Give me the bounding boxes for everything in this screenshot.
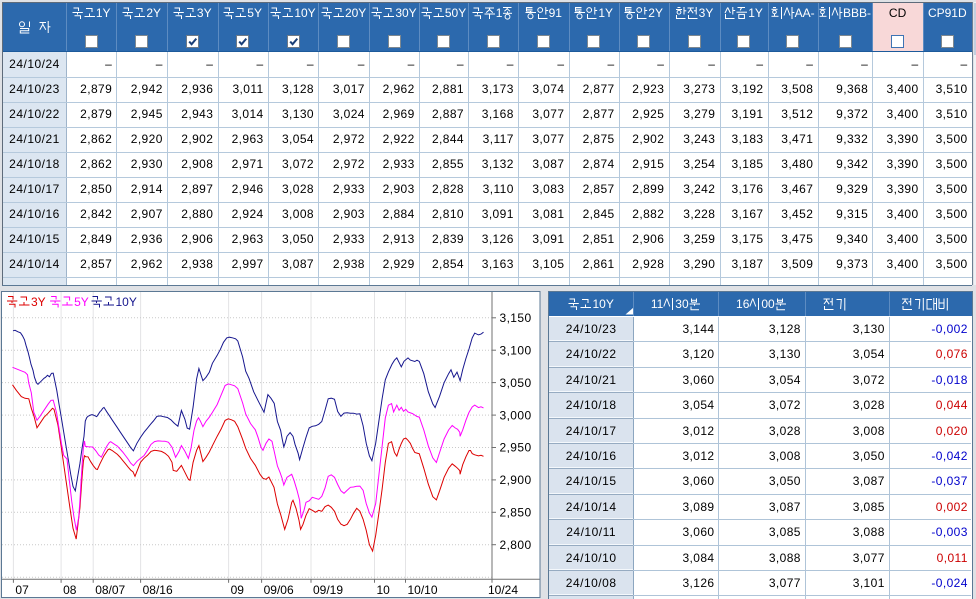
svg-text:3,050: 3,050 xyxy=(500,375,532,389)
svg-text:2,850: 2,850 xyxy=(500,505,532,519)
svg-text:09/19: 09/19 xyxy=(313,582,343,596)
svg-text:3Y: 3Y xyxy=(31,295,46,309)
svg-text:10Y: 10Y xyxy=(116,295,137,309)
svg-text:3,150: 3,150 xyxy=(500,311,532,325)
svg-text:2,800: 2,800 xyxy=(500,538,532,552)
svg-text:07: 07 xyxy=(15,582,29,596)
svg-text:10/24: 10/24 xyxy=(488,582,518,596)
svg-text:08: 08 xyxy=(63,582,77,596)
svg-text:09: 09 xyxy=(231,582,245,596)
svg-text:2,950: 2,950 xyxy=(500,440,532,454)
svg-text:08/16: 08/16 xyxy=(143,582,173,596)
svg-text:3,100: 3,100 xyxy=(500,343,532,357)
svg-text:2,900: 2,900 xyxy=(500,473,532,487)
svg-text:08/07: 08/07 xyxy=(95,582,125,596)
svg-text:10/10: 10/10 xyxy=(408,582,438,596)
svg-text:3,000: 3,000 xyxy=(500,408,532,422)
svg-text:10: 10 xyxy=(377,582,391,596)
svg-text:09/06: 09/06 xyxy=(264,582,294,596)
svg-text:5Y: 5Y xyxy=(74,295,89,309)
